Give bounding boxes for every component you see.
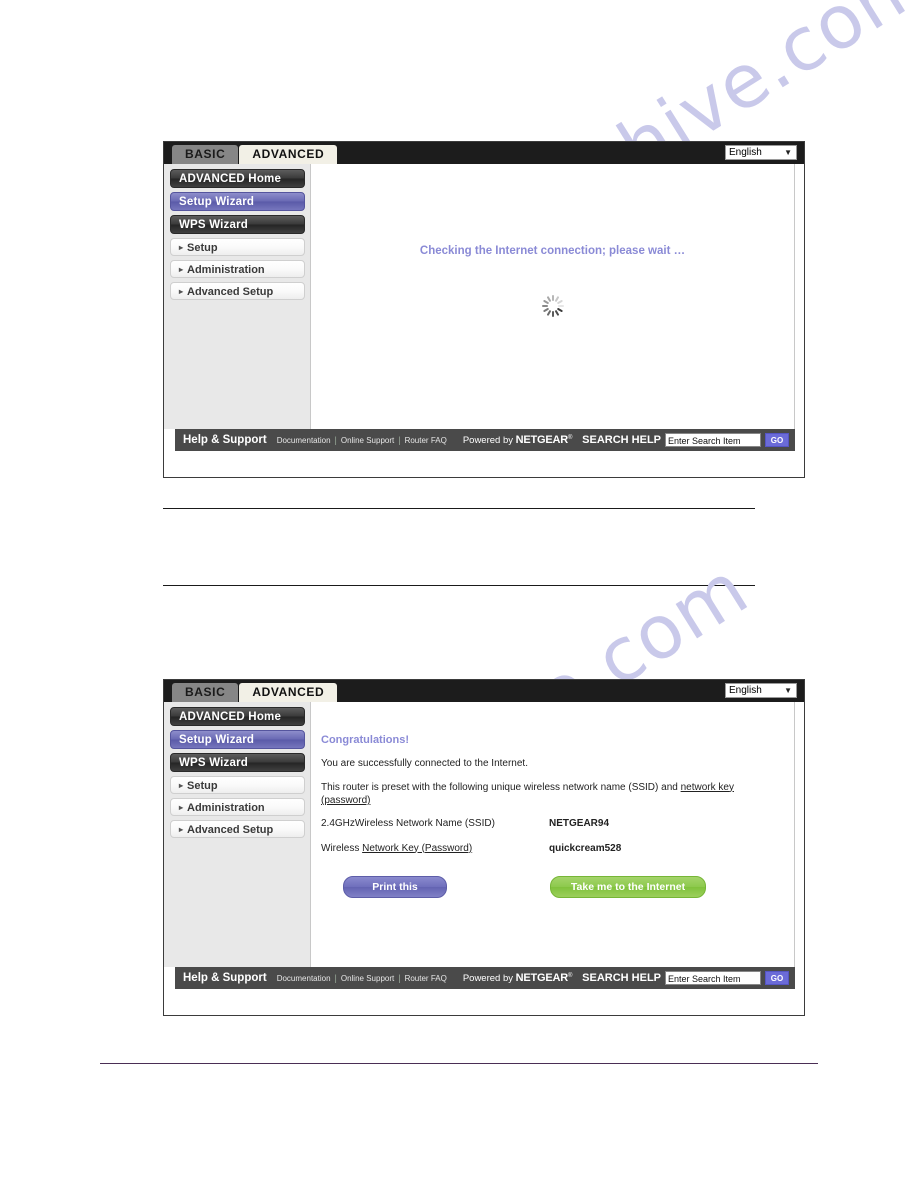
footer-link-online-support[interactable]: Online Support: [341, 436, 394, 445]
netgear-brand: NETGEAR: [515, 972, 569, 984]
sidebar-item-setup[interactable]: ▸ Setup: [170, 238, 305, 256]
action-buttons: Print this Take me to the Internet: [321, 875, 776, 898]
powered-by-text: Powered by: [462, 435, 516, 446]
powered-by-netgear: Powered by NETGEAR®: [463, 434, 573, 446]
congratulations-title: Congratulations!: [321, 734, 409, 746]
footer-search-area: SEARCH HELP Enter Search Item GO: [582, 433, 789, 447]
loading-spinner-icon: [541, 294, 565, 318]
congratulations-body: Congratulations! You are successfully co…: [311, 702, 794, 898]
spinner-container: [311, 294, 794, 318]
document-rule-bottom: [100, 1063, 818, 1064]
sidebar-item-advanced-setup[interactable]: ▸ Advanced Setup: [170, 820, 305, 838]
footer-link-online-support[interactable]: Online Support: [341, 974, 394, 983]
help-support-footer: Help & Support Documentation | Online Su…: [175, 967, 795, 989]
footer-title: Help & Support: [183, 434, 267, 446]
sidebar-nav: ADVANCED Home Setup Wizard WPS Wizard ▸ S…: [164, 164, 310, 429]
connected-message: You are successfully connected to the In…: [321, 758, 528, 769]
language-select[interactable]: English ▼: [725, 683, 797, 698]
sidebar-item-advanced-setup-label: Advanced Setup: [187, 824, 274, 836]
sidebar-item-wps-wizard[interactable]: WPS Wizard: [170, 215, 305, 234]
triangle-right-icon: ▸: [179, 287, 184, 296]
registered-mark-icon: ®: [568, 434, 573, 441]
router-screenshot-congratulations: BASIC ADVANCED English ▼ ADVANCED Home S…: [163, 679, 805, 1016]
search-go-button[interactable]: GO: [765, 433, 789, 447]
sidebar-item-wps-wizard[interactable]: WPS Wizard: [170, 753, 305, 772]
footer-separator: |: [334, 973, 337, 983]
search-input[interactable]: Enter Search Item: [665, 433, 761, 447]
sidebar-item-setup-label: Setup: [187, 242, 218, 254]
sidebar-item-advanced-home[interactable]: ADVANCED Home: [170, 707, 305, 726]
panel-body: ADVANCED Home Setup Wizard WPS Wizard ▸ S…: [164, 702, 804, 967]
sidebar-item-administration[interactable]: ▸ Administration: [170, 798, 305, 816]
search-help-label: SEARCH HELP: [582, 972, 661, 984]
document-rule-upper: [163, 508, 755, 509]
tab-advanced[interactable]: ADVANCED: [239, 145, 338, 164]
tab-bar: BASIC ADVANCED English ▼: [164, 142, 804, 164]
footer-link-router-faq[interactable]: Router FAQ: [405, 436, 447, 445]
sidebar-item-advanced-home[interactable]: ADVANCED Home: [170, 169, 305, 188]
main-content-checking: Checking the Internet connection; please…: [310, 164, 795, 429]
tab-basic[interactable]: BASIC: [172, 683, 239, 702]
ssid-label: 2.4GHzWireless Network Name (SSID): [321, 817, 495, 829]
triangle-right-icon: ▸: [179, 781, 184, 790]
triangle-right-icon: ▸: [179, 243, 184, 252]
network-key-label-prefix: Wireless: [321, 842, 363, 854]
footer-separator: |: [398, 435, 401, 445]
network-key-value: quickcream528: [549, 842, 622, 854]
help-support-footer: Help & Support Documentation | Online Su…: [175, 429, 795, 451]
sidebar-item-advanced-setup[interactable]: ▸ Advanced Setup: [170, 282, 305, 300]
footer-separator: |: [334, 435, 337, 445]
sidebar-item-setup[interactable]: ▸ Setup: [170, 776, 305, 794]
search-input[interactable]: Enter Search Item: [665, 971, 761, 985]
panel-body: ADVANCED Home Setup Wizard WPS Wizard ▸ S…: [164, 164, 804, 429]
registered-mark-icon: ®: [568, 972, 573, 979]
triangle-right-icon: ▸: [179, 803, 184, 812]
sidebar-nav: ADVANCED Home Setup Wizard WPS Wizard ▸ S…: [164, 702, 310, 967]
triangle-right-icon: ▸: [179, 265, 184, 274]
checking-message: Checking the Internet connection; please…: [419, 245, 686, 257]
footer-search-area: SEARCH HELP Enter Search Item GO: [582, 971, 789, 985]
router-screenshot-checking: BASIC ADVANCED English ▼ ADVANCED Home S…: [163, 141, 805, 478]
chevron-down-icon: ▼: [784, 686, 792, 695]
take-me-to-internet-button[interactable]: Take me to the Internet: [550, 875, 706, 898]
print-this-button[interactable]: Print this: [343, 875, 447, 898]
network-key-label: Wireless Network Key (Password): [321, 843, 549, 854]
footer-link-router-faq[interactable]: Router FAQ: [405, 974, 447, 983]
preset-message-text: This router is preset with the following…: [321, 781, 681, 793]
language-select-value: English: [729, 685, 762, 696]
ssid-row: 2.4GHzWireless Network Name (SSID) NETGE…: [321, 818, 776, 829]
footer-link-documentation[interactable]: Documentation: [277, 974, 331, 983]
sidebar-item-administration-label: Administration: [187, 802, 265, 814]
footer-separator: |: [398, 973, 401, 983]
network-key-row: Wireless Network Key (Password) quickcre…: [321, 843, 776, 854]
sidebar-item-administration[interactable]: ▸ Administration: [170, 260, 305, 278]
sidebar-item-administration-label: Administration: [187, 264, 265, 276]
tab-advanced[interactable]: ADVANCED: [239, 683, 338, 702]
language-select-value: English: [729, 147, 762, 158]
sidebar-item-advanced-setup-label: Advanced Setup: [187, 286, 274, 298]
preset-message: This router is preset with the following…: [321, 781, 776, 808]
tab-basic[interactable]: BASIC: [172, 145, 239, 164]
powered-by-text: Powered by: [462, 973, 516, 984]
document-rule-lower: [163, 585, 755, 586]
footer-title: Help & Support: [183, 972, 267, 984]
ssid-value: NETGEAR94: [549, 817, 610, 829]
triangle-right-icon: ▸: [179, 825, 184, 834]
sidebar-item-setup-label: Setup: [187, 780, 218, 792]
netgear-brand: NETGEAR: [515, 434, 569, 446]
chevron-down-icon: ▼: [784, 148, 792, 157]
search-help-label: SEARCH HELP: [582, 434, 661, 446]
language-select[interactable]: English ▼: [725, 145, 797, 160]
footer-link-documentation[interactable]: Documentation: [277, 436, 331, 445]
sidebar-item-setup-wizard[interactable]: Setup Wizard: [170, 192, 305, 211]
network-key-label-link[interactable]: Network Key (Password): [362, 843, 472, 854]
sidebar-item-setup-wizard[interactable]: Setup Wizard: [170, 730, 305, 749]
tab-bar: BASIC ADVANCED English ▼: [164, 680, 804, 702]
powered-by-netgear: Powered by NETGEAR®: [463, 972, 573, 984]
search-go-button[interactable]: GO: [765, 971, 789, 985]
main-content-congratulations: Congratulations! You are successfully co…: [310, 702, 795, 967]
